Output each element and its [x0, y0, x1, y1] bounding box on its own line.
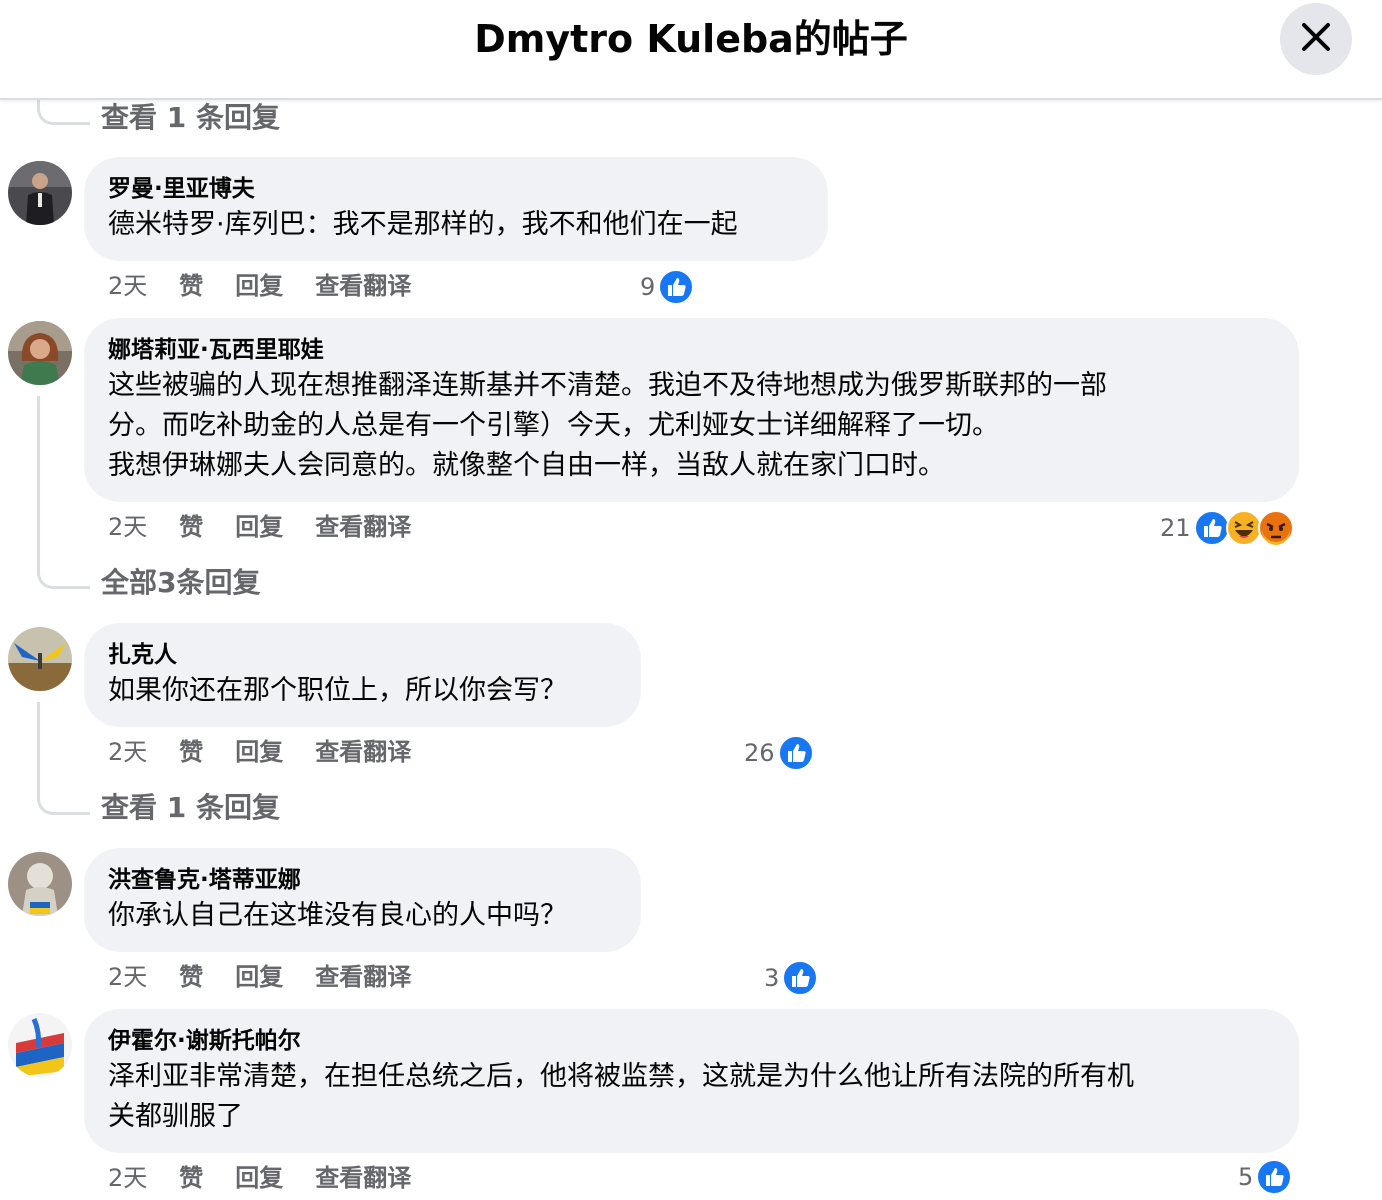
reply-thread-line [37, 396, 40, 560]
reply-thread-connector [37, 782, 90, 815]
reaction-count: 3 [764, 964, 780, 992]
like-reaction-icon [777, 734, 815, 772]
see-translation-button[interactable]: 查看翻译 [315, 511, 411, 543]
comment-author[interactable]: 娜塔莉亚·瓦西里耶娃 [108, 334, 1275, 366]
comment-timestamp[interactable]: 2天 [108, 270, 147, 302]
reaction-summary[interactable]: 3 [764, 959, 819, 997]
comment-text: 关都驯服了 [108, 1101, 243, 1132]
reaction-summary[interactable]: 21 [1160, 509, 1295, 547]
reply-thread-line [37, 702, 40, 786]
comment-timestamp[interactable]: 2天 [108, 1162, 147, 1194]
comment-text: 如果你还在那个职位上，所以你会写？ [108, 675, 567, 706]
comment-actions: 2天 赞 回复 查看翻译 [108, 511, 443, 543]
avatar[interactable] [8, 1013, 72, 1077]
comment-text: 我想伊琳娜夫人会同意的。就像整个自由一样，当敌人就在家门口时。 [108, 450, 945, 481]
comment-author[interactable]: 罗曼·里亚博夫 [108, 173, 804, 205]
like-reaction-icon [657, 268, 695, 306]
comment-bubble: 扎克人 如果你还在那个职位上，所以你会写？ [84, 623, 641, 727]
avatar[interactable] [8, 161, 72, 225]
see-translation-button[interactable]: 查看翻译 [315, 270, 411, 302]
comment-text: 泽利亚非常清楚，在担任总统之后，他将被监禁，这就是为什么他让所有法院的所有机 [108, 1061, 1134, 1092]
comment-text: 这些被骗的人现在想推翻泽连斯基并不清楚。我迫不及待地想成为俄罗斯联邦的一部 [108, 370, 1107, 401]
reply-button[interactable]: 回复 [235, 1162, 283, 1194]
comment-timestamp[interactable]: 2天 [108, 736, 147, 768]
avatar[interactable] [8, 321, 72, 385]
reaction-summary[interactable]: 5 [1238, 1158, 1293, 1196]
dialog-title: Dmytro Kuleba的帖子 [474, 17, 908, 61]
comment-actions: 2天 赞 回复 查看翻译 [108, 736, 443, 768]
comment-text: 德米特罗·库列巴：我不是那样的，我不和他们在一起 [108, 209, 738, 240]
reply-button[interactable]: 回复 [235, 511, 283, 543]
reaction-count: 5 [1238, 1163, 1254, 1191]
like-button[interactable]: 赞 [179, 511, 203, 543]
view-replies-link[interactable]: 全部3条回复 [101, 565, 260, 601]
reply-button[interactable]: 回复 [235, 736, 283, 768]
comment-timestamp[interactable]: 2天 [108, 511, 147, 543]
reaction-summary[interactable]: 9 [640, 268, 695, 306]
comment-bubble: 伊霍尔·谢斯托帕尔 泽利亚非常清楚，在担任总统之后，他将被监禁，这就是为什么他让… [84, 1009, 1299, 1153]
reaction-count: 21 [1160, 514, 1191, 542]
avatar[interactable] [8, 627, 72, 691]
comment-bubble: 娜塔莉亚·瓦西里耶娃 这些被骗的人现在想推翻泽连斯基并不清楚。我迫不及待地想成为… [84, 318, 1299, 502]
comment-text: 分。而吃补助金的人总是有一个引擎）今天，尤利娅女士详细解释了一切。 [108, 410, 999, 441]
angry-reaction-icon [1257, 509, 1295, 547]
close-icon [1301, 22, 1331, 56]
reaction-count: 9 [640, 273, 656, 301]
comment-author[interactable]: 扎克人 [108, 639, 617, 671]
comment-actions: 2天 赞 回复 查看翻译 [108, 1162, 443, 1194]
avatar[interactable] [8, 852, 72, 916]
reaction-count: 26 [744, 739, 775, 767]
see-translation-button[interactable]: 查看翻译 [315, 1162, 411, 1194]
reply-button[interactable]: 回复 [235, 961, 283, 993]
comment-bubble: 洪查鲁克·塔蒂亚娜 你承认自己在这堆没有良心的人中吗？ [84, 848, 641, 952]
post-dialog-header: Dmytro Kuleba的帖子 [0, 0, 1382, 100]
see-translation-button[interactable]: 查看翻译 [315, 736, 411, 768]
view-replies-link[interactable]: 查看 1 条回复 [101, 100, 280, 136]
reply-thread-connector [37, 556, 90, 589]
see-translation-button[interactable]: 查看翻译 [315, 961, 411, 993]
like-button[interactable]: 赞 [179, 961, 203, 993]
close-button[interactable] [1280, 3, 1352, 75]
comment-timestamp[interactable]: 2天 [108, 961, 147, 993]
like-button[interactable]: 赞 [179, 1162, 203, 1194]
comment-bubble: 罗曼·里亚博夫 德米特罗·库列巴：我不是那样的，我不和他们在一起 [84, 157, 828, 261]
reaction-summary[interactable]: 26 [744, 734, 815, 772]
reply-button[interactable]: 回复 [235, 270, 283, 302]
like-button[interactable]: 赞 [179, 270, 203, 302]
like-reaction-icon [781, 959, 819, 997]
comment-actions: 2天 赞 回复 查看翻译 [108, 961, 443, 993]
view-replies-link[interactable]: 查看 1 条回复 [101, 790, 280, 826]
comment-author[interactable]: 洪查鲁克·塔蒂亚娜 [108, 864, 617, 896]
comment-author[interactable]: 伊霍尔·谢斯托帕尔 [108, 1025, 1275, 1057]
comment-actions: 2天 赞 回复 查看翻译 [108, 270, 443, 302]
comment-text: 你承认自己在这堆没有良心的人中吗？ [108, 900, 567, 931]
like-reaction-icon [1255, 1158, 1293, 1196]
like-button[interactable]: 赞 [179, 736, 203, 768]
